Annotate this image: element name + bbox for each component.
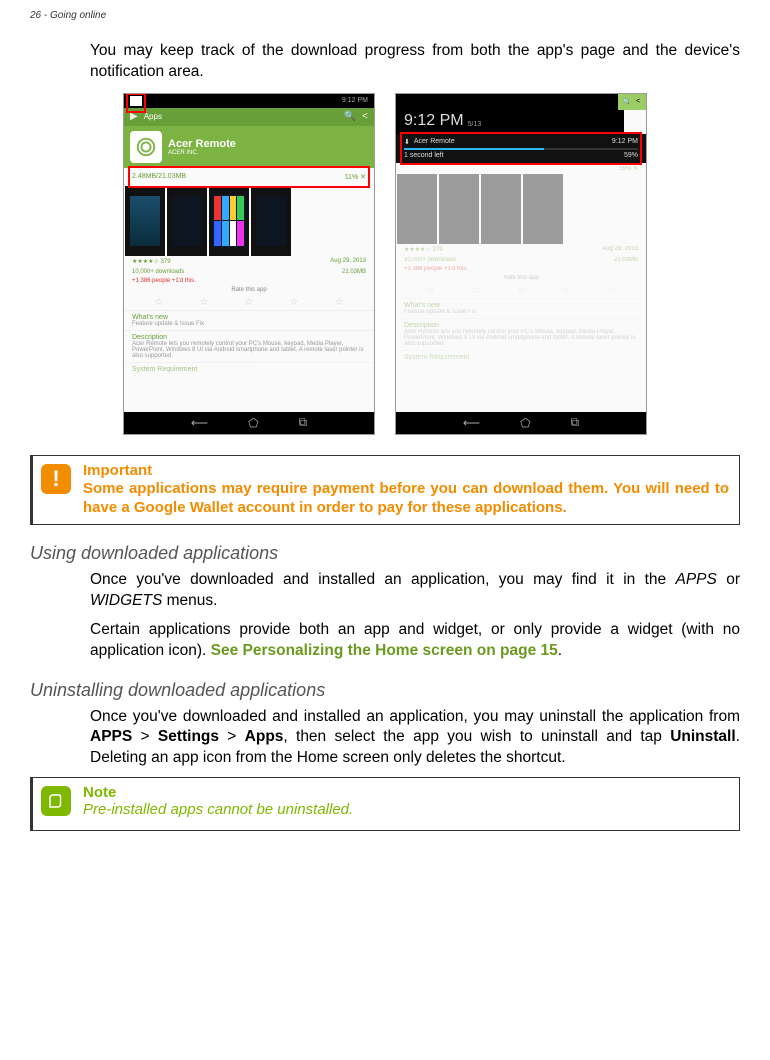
app-name: Acer Remote	[168, 138, 236, 150]
important-title: Important	[83, 462, 729, 479]
plus-one-row: +1 386 people +1'd this.	[124, 277, 374, 285]
important-body: Some applications may require payment be…	[83, 479, 729, 518]
heading-using-apps: Using downloaded applications	[30, 543, 740, 564]
using-apps-p1: Once you've downloaded and installed an …	[90, 570, 740, 612]
back-icon: ⟵	[191, 416, 208, 430]
description-header: Description	[124, 330, 374, 341]
app-bar: ▶ Apps 🔍 <	[124, 108, 374, 126]
intro-paragraph: You may keep track of the download progr…	[90, 41, 740, 83]
app-publisher: ACER INC.	[168, 150, 236, 156]
highlight-box-progress	[128, 166, 370, 188]
highlight-box-statusbar	[126, 93, 146, 113]
notif-progress-bar	[404, 148, 638, 150]
shade-date: 5/13	[468, 121, 482, 130]
search-icon: 🔍	[344, 111, 356, 122]
app-bar-title: Apps	[144, 112, 338, 121]
screenshot-notification: 9:12 PM 5/13 🔍 < ⬇Acer Remote 9:12 PM 1 …	[395, 93, 647, 435]
share-icon: <	[362, 111, 368, 122]
nav-bar: ⟵ ⬠ ⧉	[124, 412, 374, 434]
download-progress-row: 2.48MB/21.03MB 11% ✕	[124, 168, 374, 186]
rating-count: 379	[161, 259, 171, 265]
screenshot-thumbnails	[396, 174, 646, 244]
screenshot-app-page: 9:12 PM ▶ Apps 🔍 < Acer Remote ACER INC.	[123, 93, 375, 435]
downloads-count: 10,000+ downloads	[132, 269, 184, 275]
sys-req-header: System Requirement	[124, 362, 374, 373]
recents-icon: ⧉	[571, 415, 580, 430]
cross-reference-link[interactable]: See Personalizing the Home screen on pag…	[211, 642, 558, 659]
thumbnail	[167, 186, 207, 256]
recents-icon: ⧉	[299, 415, 308, 430]
back-icon: ⟵	[463, 416, 480, 430]
home-icon: ⬠	[520, 416, 530, 430]
status-bar: 9:12 PM	[124, 94, 374, 108]
note-icon	[41, 786, 71, 816]
note-body: Pre-installed apps cannot be uninstalled…	[83, 801, 729, 818]
app-icon	[130, 131, 162, 163]
note-title: Note	[83, 784, 729, 801]
rating-stars: ☆☆☆☆☆	[124, 295, 374, 310]
uninstalling-p1: Once you've downloaded and installed an …	[90, 707, 740, 770]
status-time: 9:12 PM	[342, 97, 368, 104]
home-icon: ⬠	[248, 416, 258, 430]
app-hero: Acer Remote ACER INC.	[124, 126, 374, 168]
whats-new-body: Feature update & Issue Fix	[124, 321, 374, 330]
screenshot-row: 9:12 PM ▶ Apps 🔍 < Acer Remote ACER INC.	[30, 93, 740, 435]
download-notification: ⬇Acer Remote 9:12 PM 1 second left 59%	[396, 134, 646, 163]
notification-shade-header: 9:12 PM 5/13	[396, 94, 624, 134]
heading-uninstalling: Uninstalling downloaded applications	[30, 680, 740, 701]
app-size: 21.03MB	[342, 269, 366, 275]
thumbnail	[209, 186, 249, 256]
shade-time: 9:12 PM	[404, 112, 464, 130]
page-header: 26 - Going online	[30, 10, 740, 21]
share-icon: <	[629, 94, 647, 110]
using-apps-p2: Certain applications provide both an app…	[90, 620, 740, 662]
app-date: Aug 29, 2013	[330, 258, 366, 265]
screenshot-thumbnails	[124, 186, 374, 256]
important-callout: ! Important Some applications may requir…	[30, 455, 740, 525]
meta-row: ★★★★☆ 379 Aug 29, 2013	[124, 256, 374, 267]
whats-new-header: What's new	[124, 310, 374, 321]
description-body: Acer Remote lets you remotely control yo…	[124, 341, 374, 362]
thumbnail	[251, 186, 291, 256]
rate-label: Rate this app	[124, 285, 374, 295]
important-icon: !	[41, 464, 71, 494]
play-store-icon: ▶	[130, 111, 138, 122]
thumbnail	[125, 186, 165, 256]
nav-bar: ⟵ ⬠ ⧉	[396, 412, 646, 434]
meta-row-2: 10,000+ downloads 21.03MB	[124, 267, 374, 277]
note-callout: Note Pre-installed apps cannot be uninst…	[30, 777, 740, 831]
